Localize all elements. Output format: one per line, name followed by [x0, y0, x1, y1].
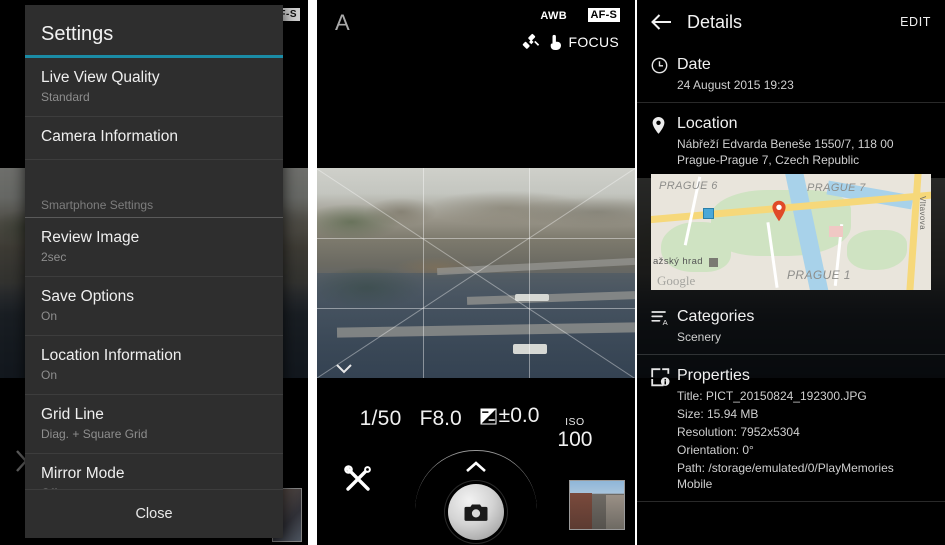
details-section-properties: Properties Title: PICT_20150824_192300.J…	[637, 355, 945, 502]
map-highway	[904, 174, 923, 290]
categories-body: Categories Scenery	[677, 306, 931, 345]
setting-value: On	[41, 368, 58, 383]
chevron-down-icon[interactable]	[335, 362, 353, 376]
af-mode-badge[interactable]: AF-S	[587, 8, 620, 22]
map-castle-icon	[709, 258, 718, 267]
location-marker-icon	[772, 200, 786, 222]
map-park	[847, 230, 907, 270]
date-value: 24 August 2015 19:23	[677, 78, 794, 92]
screenshot-root: AF-S Settings Live View Quality Standard…	[0, 0, 945, 545]
camera-control-bar: 1/50 F8.0 ±0.0 ISO 100	[317, 378, 635, 545]
map-label-prazsky-hrad: ažský hrad	[653, 256, 703, 267]
shooting-mode-indicator[interactable]: A	[335, 10, 350, 36]
setting-label: Live View Quality	[41, 69, 160, 87]
white-balance-indicator[interactable]: AWB	[540, 10, 567, 22]
edit-button[interactable]: EDIT	[900, 15, 931, 29]
setting-value: On	[41, 309, 58, 324]
settings-section-header: Smartphone Settings	[25, 198, 283, 219]
settings-list: Live View Quality Standard Camera Inform…	[25, 58, 283, 489]
arrow-left-icon[interactable]	[651, 13, 673, 31]
property-title: Title: PICT_20150824_192300.JPG	[677, 389, 867, 403]
middle-screen-camera: A AWB AF-S FOCUS 1/50 F8.0 ±0.0 ISO 100	[317, 0, 635, 545]
settings-close-button[interactable]: Close	[25, 489, 283, 538]
clock-icon	[651, 54, 677, 93]
map-pin-icon	[651, 113, 677, 168]
map-label-prague-1: PRAGUE 1	[787, 268, 851, 282]
left-screen-settings: AF-S Settings Live View Quality Standard…	[0, 0, 308, 545]
setting-value: Standard	[41, 90, 90, 105]
focus-label: FOCUS	[568, 34, 619, 50]
section-heading: Location	[677, 115, 738, 132]
map-label-prague-7: PRAGUE 7	[807, 182, 866, 194]
settings-title: Settings	[41, 23, 114, 45]
iso-label: ISO	[565, 415, 585, 428]
setting-item-camera-information[interactable]: Camera Information	[25, 117, 283, 161]
setting-item-review-image[interactable]: Review Image 2sec	[25, 218, 283, 278]
satellite-icon	[522, 33, 539, 49]
property-path: Path: /storage/emulated/0/PlayMemories M…	[677, 461, 894, 491]
shutter-button[interactable]	[448, 484, 504, 540]
setting-item-save-options[interactable]: Save Options On	[25, 277, 283, 337]
aperture-value[interactable]: F8.0	[420, 407, 462, 431]
details-section-location: Location Nábřeží Edvarda Beneše 1550/7, …	[637, 103, 945, 168]
map-label-prague-6: PRAGUE 6	[659, 180, 718, 192]
location-body: Location Nábřeží Edvarda Beneše 1550/7, …	[677, 113, 931, 168]
location-address: Nábřeží Edvarda Beneše 1550/7, 118 00 Pr…	[677, 137, 894, 167]
right-screen-details: Details EDIT Date 24 August 2015 19:23 L…	[637, 0, 945, 545]
focus-status-row: FOCUS	[521, 32, 620, 52]
camera-icon	[464, 504, 488, 521]
image-info-icon	[651, 365, 677, 492]
page-title: Details	[687, 11, 743, 32]
exposure-compensation-icon	[480, 408, 497, 424]
live-view-preview[interactable]	[317, 168, 635, 378]
setting-label: Review Image	[41, 229, 140, 247]
setting-item-mirror-mode[interactable]: Mirror Mode Off	[25, 454, 283, 489]
setting-label: Camera Information	[41, 128, 178, 146]
svg-text:A: A	[663, 318, 669, 326]
map-label-vltavova: Vltavova	[918, 196, 927, 230]
camera-status-bar: A AWB AF-S FOCUS	[317, 0, 635, 168]
property-size: Size: 15.94 MB	[677, 407, 759, 421]
exposure-compensation-value: ±0.0	[498, 404, 540, 427]
setting-label: Grid Line	[41, 406, 104, 424]
last-photo-thumbnail[interactable]	[569, 480, 625, 530]
location-map[interactable]: PRAGUE 6 PRAGUE 7 PRAGUE 1 ažský hrad Vl…	[651, 174, 931, 290]
setting-label: Mirror Mode	[41, 465, 125, 483]
category-value: Scenery	[677, 330, 722, 344]
setting-value: 2sec	[41, 250, 67, 265]
setting-label: Location Information	[41, 347, 182, 365]
details-header: Details EDIT	[637, 0, 945, 44]
exposure-readout-row: 1/50 F8.0 ±0.0 ISO 100	[317, 404, 635, 452]
sort-category-icon: A	[651, 306, 677, 345]
touch-finger-icon	[550, 34, 561, 50]
settings-spacer	[25, 160, 283, 198]
setting-item-grid-line[interactable]: Grid Line Diag. + Square Grid	[25, 395, 283, 455]
exposure-compensation-group[interactable]: ±0.0	[480, 404, 540, 428]
date-body: Date 24 August 2015 19:23	[677, 54, 931, 93]
google-watermark: Google	[657, 273, 696, 288]
iso-value: 100	[557, 427, 593, 451]
setting-item-location-information[interactable]: Location Information On	[25, 336, 283, 396]
live-view-boat	[515, 294, 549, 301]
section-heading: Properties	[677, 367, 750, 384]
properties-body: Properties Title: PICT_20150824_192300.J…	[677, 365, 931, 492]
live-view-boat	[513, 344, 547, 354]
property-orientation: Orientation: 0°	[677, 443, 754, 457]
property-resolution: Resolution: 7952x5304	[677, 425, 800, 439]
setting-label: Save Options	[41, 288, 135, 306]
details-section-categories: A Categories Scenery	[637, 296, 945, 355]
settings-dialog: Settings Live View Quality Standard Came…	[25, 5, 283, 538]
wrench-screwdriver-icon[interactable]	[343, 464, 373, 494]
shutter-speed-value[interactable]: 1/50	[360, 407, 402, 431]
setting-item-live-view-quality[interactable]: Live View Quality Standard	[25, 58, 283, 118]
map-poi-icon	[703, 208, 714, 219]
details-section-date: Date 24 August 2015 19:23	[637, 44, 945, 103]
setting-value: Diag. + Square Grid	[41, 427, 148, 442]
section-heading: Categories	[677, 308, 755, 325]
section-heading: Date	[677, 56, 711, 73]
iso-block[interactable]: ISO 100	[557, 415, 593, 452]
map-building	[829, 226, 843, 237]
chevron-up-icon[interactable]	[465, 460, 487, 474]
